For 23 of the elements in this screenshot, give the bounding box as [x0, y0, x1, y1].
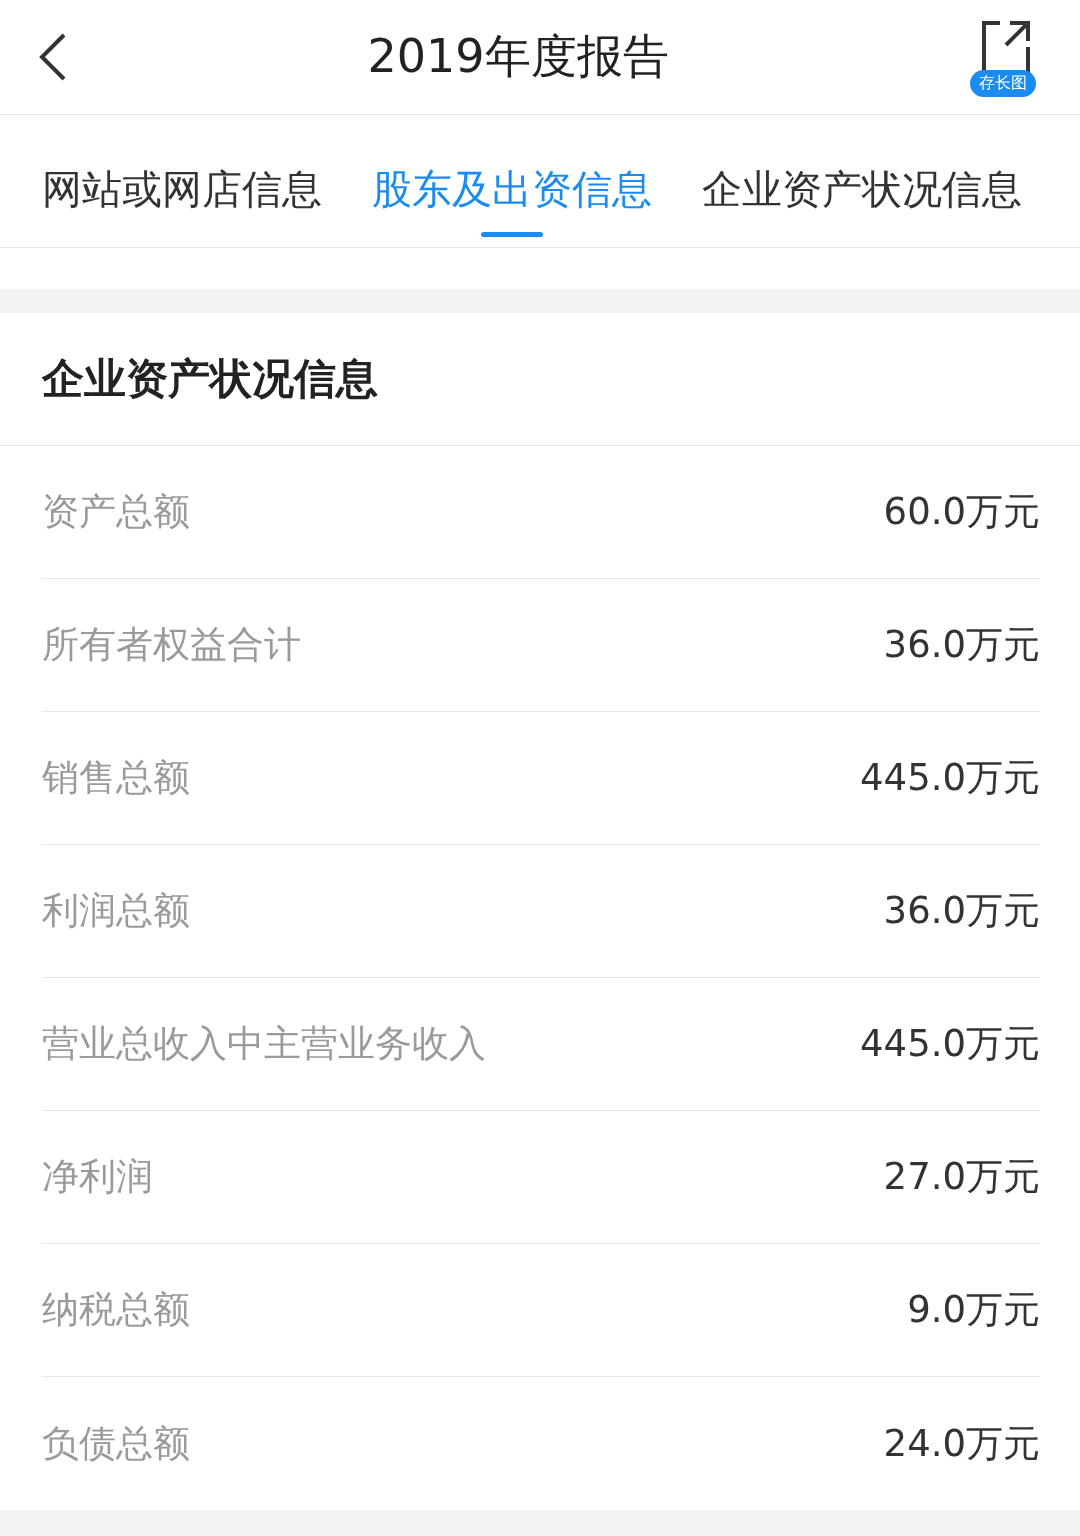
- field-label: 利润总额: [42, 888, 190, 934]
- field-value: 445.0万元: [860, 1021, 1040, 1067]
- field-value: 9.0万元: [907, 1287, 1040, 1333]
- field-value: 36.0万元: [883, 888, 1040, 934]
- field-label: 营业总收入中主营业务收入: [42, 1021, 486, 1067]
- save-long-image-badge: 存长图: [970, 70, 1036, 97]
- field-label: 销售总额: [42, 755, 190, 801]
- tab[interactable]: 网站或网店信息: [42, 165, 322, 237]
- field-label: 负债总额: [42, 1420, 190, 1467]
- field-label: 资产总额: [42, 489, 190, 535]
- section-title: 企业资产状况信息: [42, 353, 378, 405]
- page-title: 2019年度报告: [367, 28, 669, 85]
- tab[interactable]: 企业资产状况信息: [702, 165, 1022, 237]
- field-label: 所有者权益合计: [42, 622, 301, 668]
- field-value: 445.0万元: [860, 755, 1040, 801]
- field-value: 27.0万元: [883, 1154, 1040, 1200]
- field-value: 24.0万元: [883, 1420, 1040, 1467]
- back-icon: [38, 32, 68, 82]
- field-value: 60.0万元: [883, 489, 1040, 535]
- field-value: 36.0万元: [883, 622, 1040, 668]
- field-label: 净利润: [42, 1154, 153, 1200]
- back-button[interactable]: [38, 32, 68, 82]
- field-label: 纳税总额: [42, 1287, 190, 1333]
